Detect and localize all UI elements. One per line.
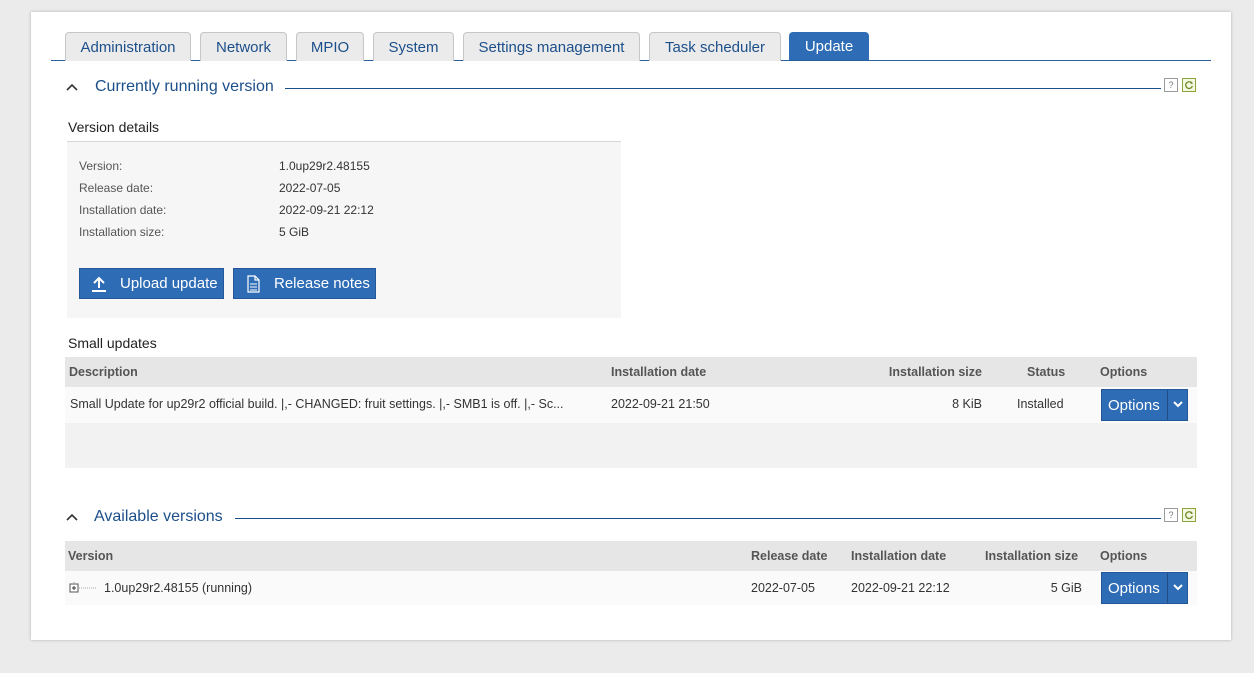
version-install-date: 2022-09-21 22:12 (851, 581, 950, 595)
update-panel: Administration Network MPIO System Setti… (31, 12, 1231, 640)
version-install-size: 5 GiB (1050, 581, 1082, 595)
upload-icon (92, 276, 106, 292)
update-description: Small Update for up29r2 official build. … (70, 397, 564, 411)
help-icon[interactable]: ? (1164, 508, 1178, 522)
section-divider (235, 518, 1161, 519)
small-updates-table-header: Description Installation date Installati… (65, 357, 1197, 387)
available-versions-header: Available versions ? (65, 508, 1197, 528)
col-description[interactable]: Description (69, 365, 138, 379)
detail-label: Version: (79, 159, 123, 173)
col-version[interactable]: Version (68, 549, 113, 563)
detail-value: 1.0up29r2.48155 (279, 159, 370, 173)
update-install-size: 8 KiB (952, 397, 982, 411)
options-label: Options (1108, 397, 1160, 414)
release-notes-label: Release notes (274, 275, 370, 292)
document-icon (247, 274, 260, 293)
version-details-box: Version: 1.0up29r2.48155 Release date: 2… (67, 141, 621, 318)
chevron-down-icon (1173, 401, 1183, 408)
upload-update-label: Upload update (120, 275, 218, 292)
tab-network[interactable]: Network (200, 32, 287, 61)
small-updates-title: Small updates (68, 335, 157, 351)
table-empty-area (65, 423, 1197, 468)
release-notes-button[interactable]: Release notes (233, 268, 376, 299)
detail-value: 2022-07-05 (279, 181, 341, 195)
options-dropdown-button[interactable]: Options (1101, 572, 1188, 604)
button-divider (1167, 390, 1168, 420)
col-installation-size[interactable]: Installation size (985, 549, 1078, 563)
options-label: Options (1108, 580, 1160, 597)
button-divider (1167, 573, 1168, 603)
available-versions-table-header: Version Release date Installation date I… (65, 541, 1197, 571)
detail-label: Release date: (79, 181, 154, 195)
collapse-chevron-icon[interactable] (65, 510, 79, 524)
refresh-icon[interactable] (1182, 78, 1196, 92)
detail-label: Installation date: (79, 203, 167, 217)
options-dropdown-button[interactable]: Options (1101, 389, 1188, 421)
refresh-icon[interactable] (1182, 508, 1196, 522)
tab-mpio[interactable]: MPIO (296, 32, 364, 61)
detail-label: Installation size: (79, 225, 165, 239)
current-version-header: Currently running version ? (65, 78, 1197, 98)
version-release-date: 2022-07-05 (751, 581, 815, 595)
col-release-date[interactable]: Release date (751, 549, 827, 563)
col-installation-size[interactable]: Installation size (889, 365, 982, 379)
tab-administration[interactable]: Administration (65, 32, 191, 61)
col-options: Options (1100, 549, 1148, 563)
tab-system[interactable]: System (373, 32, 454, 61)
detail-value: 5 GiB (279, 225, 310, 239)
tab-task-scheduler[interactable]: Task scheduler (649, 32, 781, 61)
upload-update-button[interactable]: Upload update (79, 268, 224, 299)
collapse-chevron-icon[interactable] (65, 80, 79, 94)
col-options: Options (1100, 365, 1148, 379)
table-row[interactable]: Small Update for up29r2 official build. … (65, 387, 1197, 423)
help-icon[interactable]: ? (1164, 78, 1178, 92)
col-installation-date[interactable]: Installation date (611, 365, 706, 379)
section-divider (285, 88, 1161, 89)
tab-settings-management[interactable]: Settings management (463, 32, 640, 61)
available-versions-title: Available versions (94, 508, 223, 525)
detail-value: 2022-09-21 22:12 (279, 203, 374, 217)
update-status: Installed (1017, 397, 1064, 411)
chevron-down-icon (1173, 584, 1183, 591)
col-status[interactable]: Status (1027, 365, 1065, 379)
version-name: 1.0up29r2.48155 (running) (104, 581, 253, 595)
update-install-date: 2022-09-21 21:50 (611, 397, 710, 411)
expand-tree-icon[interactable] (69, 582, 99, 594)
version-details-title: Version details (68, 119, 160, 135)
table-row[interactable]: 1.0up29r2.48155 (running) 2022-07-05 202… (65, 571, 1197, 605)
col-installation-date[interactable]: Installation date (851, 549, 946, 563)
tab-update[interactable]: Update (789, 32, 869, 60)
tab-bar: Administration Network MPIO System Setti… (51, 32, 1211, 61)
current-version-title: Currently running version (95, 78, 274, 95)
